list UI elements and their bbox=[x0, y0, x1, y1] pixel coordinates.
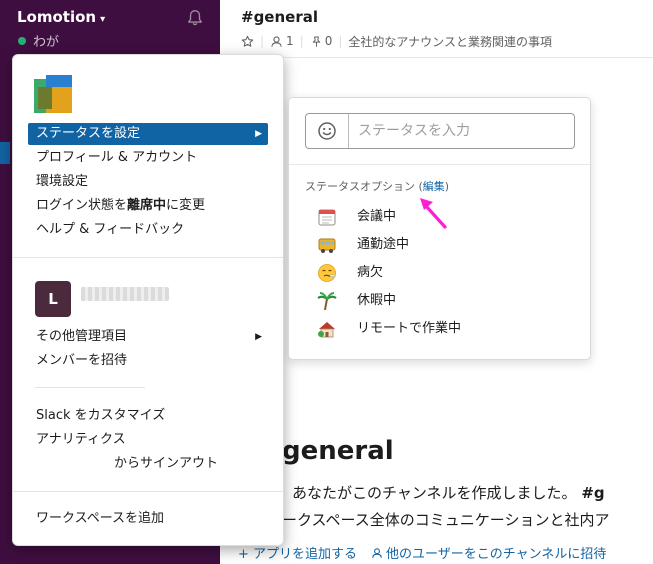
status-option-label: 休暇中 bbox=[357, 293, 397, 308]
caret-right-icon: ▶ bbox=[255, 129, 262, 139]
intro-line1-channel: #g bbox=[581, 484, 605, 502]
chevron-down-icon: ▾ bbox=[100, 14, 106, 25]
workspace-logo-icon bbox=[34, 75, 72, 113]
intro-line1-text: あなたがこのチャンネルを作成しました。 bbox=[292, 484, 577, 502]
status-option[interactable]: 休暇中 bbox=[317, 289, 567, 313]
channel-intro-line2: ークスペース全体のコミュニケーションと社内ア bbox=[282, 511, 610, 529]
add-app-link[interactable]: + アプリを追加する bbox=[238, 547, 357, 562]
channel-topic[interactable]: 全社的なアナウンスと業務関連の事項 bbox=[348, 33, 552, 50]
menu-item-sign-out[interactable]: からサインアウト bbox=[28, 453, 268, 475]
person-icon bbox=[372, 548, 382, 558]
status-option-label: 通勤途中 bbox=[357, 237, 410, 252]
redacted-workspace-name bbox=[81, 287, 169, 301]
menu-item-other-admin[interactable]: その他管理項目 ▶ bbox=[28, 326, 268, 348]
member-icon[interactable] bbox=[270, 35, 283, 48]
channel-intro-title: general bbox=[282, 436, 394, 466]
workspace-menu: ステータスを設定 ▶ プロフィール & アカウント 環境設定 ログイン状態を離席… bbox=[12, 54, 284, 546]
menu-divider bbox=[13, 491, 283, 492]
popup-divider bbox=[289, 164, 590, 165]
house-icon bbox=[318, 322, 335, 338]
status-option-label: 病欠 bbox=[357, 265, 384, 280]
calendar-icon bbox=[318, 209, 336, 226]
channel-title[interactable]: #general bbox=[241, 8, 318, 26]
status-option[interactable]: リモートで作業中 bbox=[317, 317, 567, 341]
menu-item-label: その他管理項目 bbox=[36, 329, 128, 344]
menu-item-set-status[interactable]: ステータスを設定 ▶ bbox=[28, 123, 268, 145]
invite-link-label: 他のユーザーをこのチャンネルに招待 bbox=[386, 547, 607, 562]
status-input-wrapper bbox=[305, 113, 575, 149]
menu-item-label: ログイン状態を bbox=[36, 198, 128, 213]
bus-icon bbox=[318, 238, 336, 253]
menu-item-profile[interactable]: プロフィール & アカウント bbox=[28, 147, 268, 169]
user-name: わが bbox=[33, 35, 60, 50]
status-options-header: ステータスオプション (編集) bbox=[305, 180, 450, 193]
status-option[interactable]: 病欠 bbox=[317, 261, 567, 285]
menu-item-set-away[interactable]: ログイン状態を離席中に変更 bbox=[28, 195, 268, 217]
edit-options-link[interactable]: 編集 bbox=[423, 180, 445, 193]
menu-divider bbox=[35, 387, 145, 388]
status-option-label: リモートで作業中 bbox=[357, 321, 462, 336]
status-input[interactable] bbox=[356, 115, 570, 147]
status-option[interactable]: 通勤途中 bbox=[317, 233, 567, 257]
menu-item-label-bold: 離席中 bbox=[127, 198, 167, 213]
status-option-label: 会議中 bbox=[357, 209, 397, 224]
menu-item-invite[interactable]: メンバーを招待 bbox=[28, 350, 268, 372]
workspace-name: Lomotion bbox=[17, 8, 97, 26]
bell-icon[interactable] bbox=[186, 9, 204, 27]
menu-item-label: に変更 bbox=[166, 198, 206, 213]
workspace-switcher[interactable]: Lomotion ▾ bbox=[17, 8, 105, 26]
palm-tree-icon bbox=[317, 292, 337, 311]
sick-face-icon bbox=[318, 264, 336, 282]
status-options-title: ステータスオプション bbox=[305, 180, 415, 193]
active-channel-marker bbox=[0, 142, 10, 164]
menu-item-analytics[interactable]: アナリティクス bbox=[28, 429, 268, 451]
channel-meta: | 1 | 0 | 全社的なアナウンスと業務関連の事項 bbox=[241, 33, 552, 49]
menu-item-label: ステータスを設定 bbox=[36, 126, 141, 141]
workspace-avatar: L bbox=[35, 281, 71, 317]
channel-intro-line1: あなたがこのチャンネルを作成しました。 #g bbox=[292, 482, 605, 503]
star-icon[interactable] bbox=[241, 35, 254, 48]
menu-divider bbox=[13, 257, 283, 258]
channel-header: #general | 1 | 0 | 全社的なアナウンスと業務関連の事項 bbox=[220, 0, 653, 58]
emoji-picker-button[interactable] bbox=[306, 114, 349, 148]
invite-link[interactable]: 他のユーザーをこのチャンネルに招待 bbox=[371, 547, 620, 562]
menu-item-preferences[interactable]: 環境設定 bbox=[28, 171, 268, 193]
menu-item-customize[interactable]: Slack をカスタマイズ bbox=[28, 405, 268, 427]
channel-intro-actions: + アプリを追加する 他のユーザーをこのチャンネルに招待 bbox=[238, 543, 634, 562]
presence-indicator bbox=[18, 37, 26, 45]
pin-count[interactable]: 0 bbox=[325, 34, 333, 48]
pin-icon[interactable] bbox=[310, 35, 323, 48]
member-count[interactable]: 1 bbox=[286, 34, 294, 48]
caret-right-icon: ▶ bbox=[255, 332, 262, 342]
annotation-arrow-icon bbox=[420, 198, 447, 229]
menu-item-add-workspace[interactable]: ワークスペースを追加 bbox=[28, 508, 268, 530]
menu-item-help[interactable]: ヘルプ & フィードバック bbox=[28, 219, 268, 241]
smiley-icon bbox=[318, 122, 336, 140]
